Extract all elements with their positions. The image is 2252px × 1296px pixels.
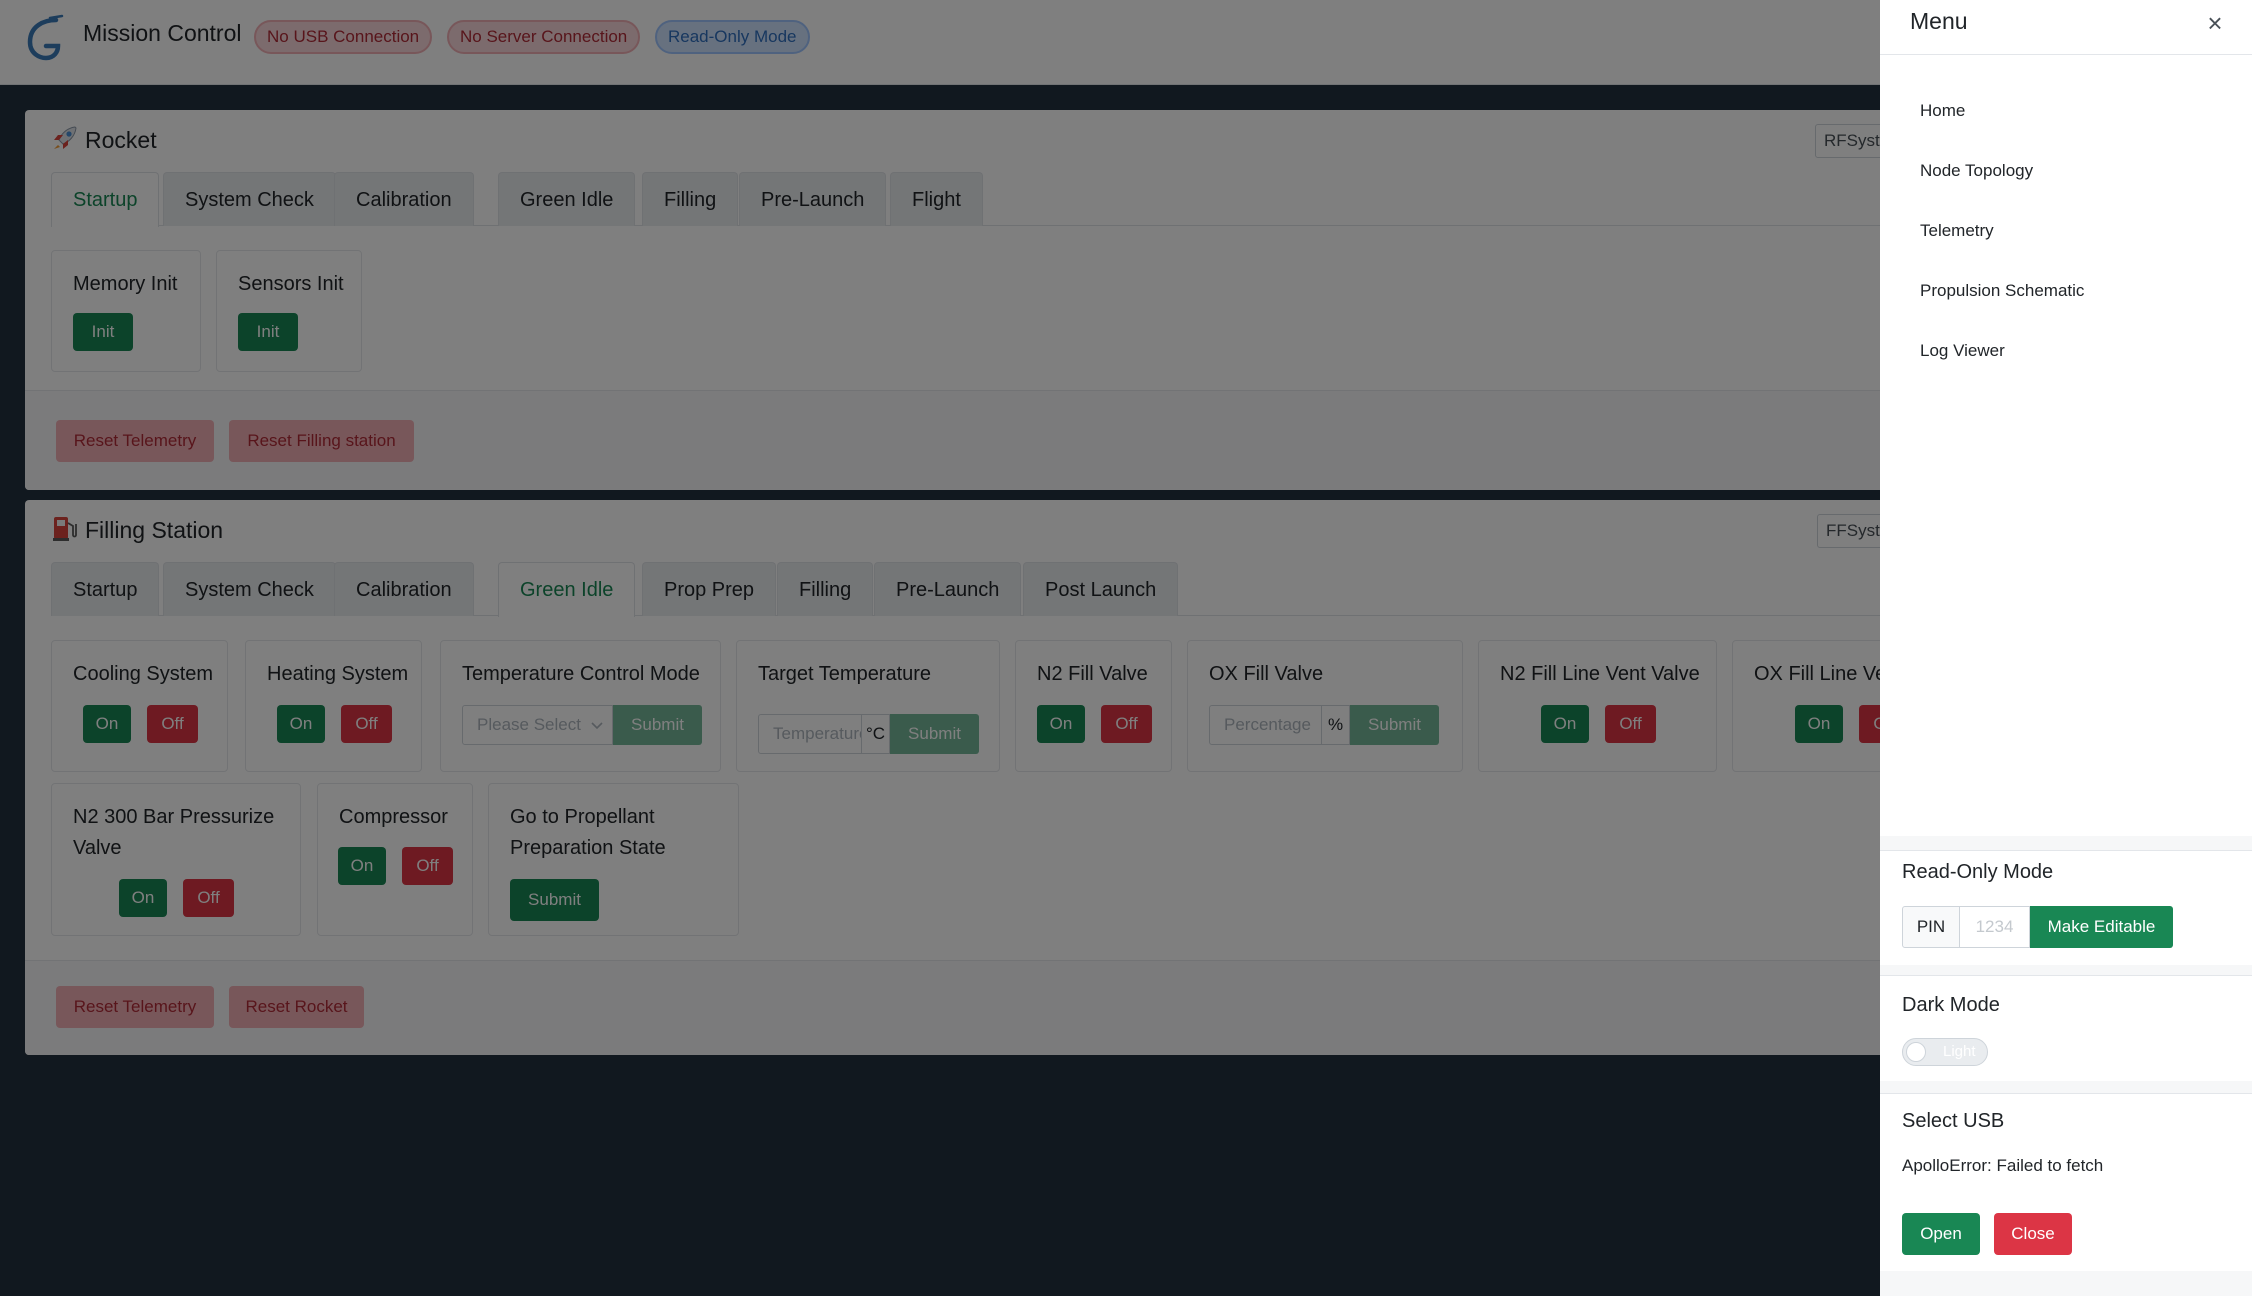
menu-item-node-topology[interactable]: Node Topology [1920,161,2033,181]
menu-item-home[interactable]: Home [1920,101,1965,121]
menu-section-gap [1880,1081,2252,1093]
make-editable-button[interactable]: Make Editable [2030,906,2173,948]
select-usb-section: Select USB ApolloError: Failed to fetch … [1880,1093,2252,1271]
pin-input[interactable]: 1234 [1960,906,2030,948]
dark-mode-section: Dark Mode Light [1880,975,2252,1081]
menu-divider [1880,54,2252,55]
menu-bottom-gap [1880,1271,2252,1296]
usb-close-button[interactable]: Close [1994,1213,2072,1255]
toggle-knob [1906,1042,1926,1062]
menu-item-telemetry[interactable]: Telemetry [1920,221,1994,241]
close-icon[interactable]: × [2200,8,2230,38]
select-usb-title: Select USB [1902,1110,2005,1132]
read-only-section: Read-Only Mode PIN 1234 Make Editable [1880,850,2252,965]
menu-title: Menu [1910,8,1968,34]
usb-open-button[interactable]: Open [1902,1213,1980,1255]
offcanvas-backdrop[interactable] [0,0,1880,1296]
menu-item-propulsion-schematic[interactable]: Propulsion Schematic [1920,281,2084,301]
menu-section-gap [1880,836,2252,850]
menu-section-gap [1880,965,2252,975]
menu-item-log-viewer[interactable]: Log Viewer [1920,341,2005,361]
toggle-label: Light [1943,1043,1976,1060]
pin-label: PIN [1902,906,1960,948]
dark-mode-title: Dark Mode [1902,994,2000,1016]
read-only-title: Read-Only Mode [1902,861,2054,883]
usb-error-text: ApolloError: Failed to fetch [1902,1156,2104,1175]
dark-mode-toggle[interactable]: Light [1902,1038,1988,1066]
